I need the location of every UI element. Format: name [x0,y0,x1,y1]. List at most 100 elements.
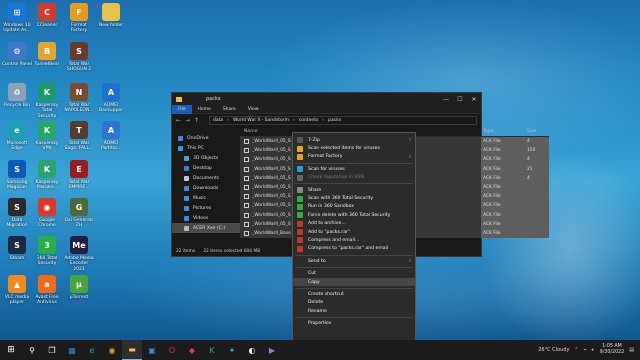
menu-item[interactable]: Share [293,186,415,194]
desktop-icon[interactable]: K Kaspersky Total Security [32,83,62,119]
edge-icon[interactable]: e [82,340,102,360]
menu-item[interactable]: Properties [293,319,415,327]
nav-item[interactable]: Pictures [172,203,240,213]
ribbon-tab-share[interactable]: Share [217,107,242,112]
desktop-icon[interactable]: N Total War NAPOLEON... [64,83,94,114]
desktop-icon[interactable]: e Microsoft Edge [2,121,32,152]
desktop-icon[interactable]: A AOMEI Backupper [96,83,126,114]
checkbox-icon[interactable] [244,230,249,236]
nav-item[interactable]: Videos [172,213,240,223]
app-icon[interactable]: ◆ [182,340,202,360]
menu-item[interactable]: Format Factory › [293,153,415,161]
checkbox-icon[interactable] [244,212,249,218]
opera-icon[interactable]: O [162,340,182,360]
nav-item[interactable]: This PC [172,143,240,153]
app4-icon[interactable]: ▶ [262,340,282,360]
desktop-icon[interactable]: ⚙ Control Panel [2,42,32,67]
menu-item[interactable]: Send to › [293,257,415,265]
back-arrow-icon[interactable]: ← [176,117,185,124]
file-row-details[interactable]: ACK File [481,182,549,193]
menu-item[interactable]: Scan selected items for viruses [293,144,415,152]
desktop-icon[interactable]: ▲ VLC media player [2,275,32,306]
network-icon[interactable]: ⌁ [584,347,587,353]
column-header-size[interactable]: Size [527,129,536,134]
nav-item[interactable]: Downloads [172,183,240,193]
desktop-icon[interactable]: 3 360 Total Security [32,236,62,267]
volume-icon[interactable]: 🔈︎ [592,347,595,353]
checkbox-icon[interactable] [244,185,249,191]
checkbox-icon[interactable] [244,194,249,200]
file-explorer-icon[interactable]: ▬ [122,340,142,360]
desktop-icon[interactable]: C CCleaner [32,3,62,28]
weather-widget[interactable]: 26°C Cloudy [538,347,569,353]
close-icon[interactable]: ✕ [467,96,481,103]
ribbon-tab-view[interactable]: View [242,107,265,112]
chrome-icon[interactable]: ◉ [102,340,122,360]
tray-chevron-icon[interactable]: ⌃ [574,347,578,353]
app3-icon[interactable]: ◐ [242,340,262,360]
ribbon-tab-file[interactable]: File [172,104,192,114]
desktop-icon[interactable]: E Total War EMPIRE... [64,160,94,191]
start-button[interactable]: ⊞ [0,345,22,355]
menu-item[interactable]: Cut [293,269,415,277]
store-icon[interactable]: ▣ [142,340,162,360]
desktop-icon[interactable]: ◉ Google Chrome [32,198,62,229]
desktop-icon[interactable]: S Data Migration [2,198,32,229]
checkbox-icon[interactable] [244,221,249,227]
nav-item[interactable]: Desktop [172,163,240,173]
menu-item[interactable]: Force delete with 360 Total Security [293,211,415,219]
breadcrumb-item[interactable]: contents [299,118,319,123]
desktop-icon[interactable]: ♻ Recycle Bin [2,83,32,108]
desktop-icon[interactable]: Me Adobe Media Encoder 2021 [64,236,94,272]
address-path[interactable]: data › World War II - Sandstorm › contents › p… [209,116,477,125]
nav-item[interactable]: OneDrive [172,133,240,143]
minimize-icon[interactable]: — [439,96,453,103]
file-row-details[interactable]: ACK File [481,228,549,239]
notifications-icon[interactable]: ▤ [629,347,634,353]
checkbox-icon[interactable] [244,175,249,181]
checkbox-icon[interactable] [244,139,249,145]
desktop-icon[interactable]: S Steam [2,236,32,261]
desktop-icon[interactable]: New folder [96,3,126,28]
file-row-details[interactable]: ACK File [481,192,549,202]
ribbon-tab-home[interactable]: Home [192,107,217,112]
up-arrow-icon[interactable]: ↑ [194,117,203,124]
desktop-icon[interactable]: S Samsung Magician [2,160,32,191]
breadcrumb-item[interactable]: data [213,118,223,123]
checkbox-icon[interactable] [244,166,249,172]
nav-item[interactable]: Documents [172,173,240,183]
app2-icon[interactable]: ✦ [222,340,242,360]
desktop-icon[interactable]: µ µTorrent [64,275,94,300]
widgets-icon[interactable]: ▦ [62,340,82,360]
file-row-details[interactable]: ACK File 21 [481,164,549,174]
file-row-details[interactable]: ACK File [481,210,549,220]
clock[interactable]: 1:05 AM 9/30/2022 [600,344,625,356]
menu-item[interactable]: Add to archive... [293,220,415,228]
desktop-icon[interactable]: G Oxi Generals ZH [64,198,94,229]
menu-item[interactable]: Add to "packs.rar" [293,228,415,236]
desktop-icon[interactable]: T Total War Saga: FALL... [64,121,94,152]
column-header-type[interactable]: Type [481,129,527,134]
menu-item[interactable]: Check reputation in KSN [293,174,415,182]
desktop-icon[interactable]: a Avast Free Antivirus [32,275,62,306]
explorer-title-bar[interactable]: packs — ☐ ✕ [172,93,481,105]
nav-item[interactable]: 3D Objects [172,153,240,163]
desktop-icon[interactable]: ⊞ Windows 10 Update As... [2,3,32,34]
file-row-details[interactable]: ACK File [481,201,549,211]
desktop-icon[interactable]: K Kaspersky VPN [32,121,62,152]
desktop-icon[interactable]: S Total War SHOGUN 2 [64,42,94,73]
desktop-icon[interactable]: A AOMEI Partitio... [96,121,126,152]
checkbox-icon[interactable] [244,148,249,154]
file-row-details[interactable]: ACK File 4 [481,155,549,165]
menu-item[interactable]: Compress to "packs.rar" and email [293,245,415,253]
breadcrumb-item[interactable]: World War II - Sandstorm [233,118,289,123]
menu-item[interactable]: Scan with 360 Total Security [293,194,415,202]
file-row-details[interactable]: ACK File 4 [481,173,549,183]
menu-item[interactable]: Scan for viruses [293,165,415,173]
menu-item[interactable]: Copy [293,277,415,287]
desktop-icon[interactable]: K Kaspersky Passwo... [32,160,62,191]
file-row-details[interactable]: ACK File 4 [481,137,549,147]
file-row-details[interactable]: ACK File [481,219,549,229]
menu-item[interactable]: Delete [293,299,415,307]
menu-item[interactable]: Rename [293,307,415,315]
